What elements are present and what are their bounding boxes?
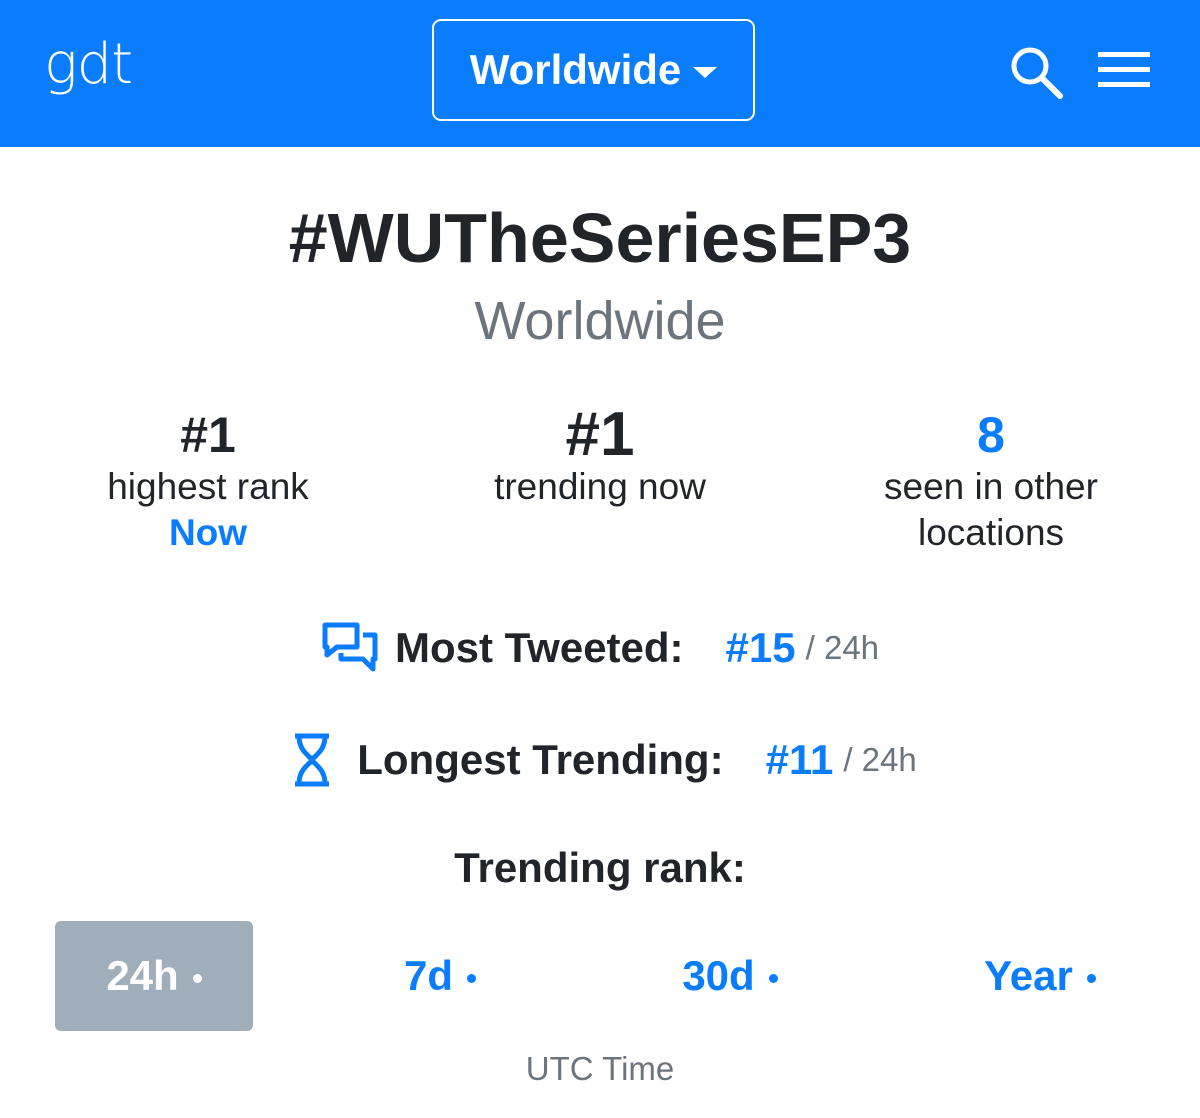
stat-other-locations[interactable]: 8 seen in other locations xyxy=(791,406,1191,556)
most-tweeted-label: Most Tweeted: xyxy=(394,624,684,671)
search-icon[interactable] xyxy=(1008,44,1064,100)
other-locations-label-line1: seen in other xyxy=(884,466,1098,507)
highest-rank-value: #1 xyxy=(180,407,236,463)
tab-24h[interactable]: 24h xyxy=(55,921,253,1031)
tab-7d[interactable]: 7d xyxy=(340,921,540,1031)
trending-rank-title: Trending rank: xyxy=(454,844,746,891)
stat-highest-rank: #1 highest rank Now xyxy=(8,406,408,556)
highest-rank-label: highest rank xyxy=(107,466,309,507)
trending-now-label: trending now xyxy=(494,466,706,507)
gdt-logo[interactable]: gdt xyxy=(44,30,133,100)
other-locations-value[interactable]: 8 xyxy=(791,406,1191,464)
stat-trending-now: #1 trending now xyxy=(400,400,800,510)
caret-down-icon xyxy=(693,66,718,78)
most-tweeted-row: Most Tweeted: #15 / 24h xyxy=(0,618,1200,678)
dot-icon xyxy=(1086,973,1096,983)
tab-24h-label: 24h xyxy=(106,952,179,999)
longest-trending-rank-link[interactable]: #11 xyxy=(766,736,834,784)
longest-trending-label: Longest Trending: xyxy=(357,736,724,783)
utc-time-note: UTC Time xyxy=(525,1050,675,1087)
tab-7d-label: 7d xyxy=(403,952,453,999)
location-dropdown-button[interactable]: Worldwide xyxy=(432,19,755,121)
tab-30d-label: 30d xyxy=(682,952,755,999)
location-subtitle: Worldwide xyxy=(474,291,726,351)
dot-icon xyxy=(768,973,778,983)
most-tweeted-rank-link[interactable]: #15 xyxy=(726,624,796,672)
dot-icon xyxy=(467,973,476,983)
longest-trending-period: / 24h xyxy=(843,741,917,778)
chat-bubbles-icon xyxy=(322,622,378,672)
longest-trending-row: Longest Trending: #11 / 24h xyxy=(0,730,1200,790)
tab-year-label: Year xyxy=(984,952,1073,999)
trending-now-value: #1 xyxy=(565,400,635,469)
hourglass-icon xyxy=(295,733,330,787)
hashtag-title: #WUTheSeriesEP3 xyxy=(288,199,912,277)
dot-icon xyxy=(192,973,202,983)
most-tweeted-period: / 24h xyxy=(805,629,880,666)
other-locations-label-line2: locations xyxy=(917,512,1065,553)
navbar: gdt Worldwide xyxy=(0,0,1200,147)
highest-rank-when-link[interactable]: Now xyxy=(8,510,408,556)
hamburger-menu-icon[interactable] xyxy=(1098,50,1150,90)
tab-year[interactable]: Year xyxy=(940,921,1140,1031)
tab-30d[interactable]: 30d xyxy=(630,921,830,1031)
location-button-label: Worldwide xyxy=(469,46,682,93)
